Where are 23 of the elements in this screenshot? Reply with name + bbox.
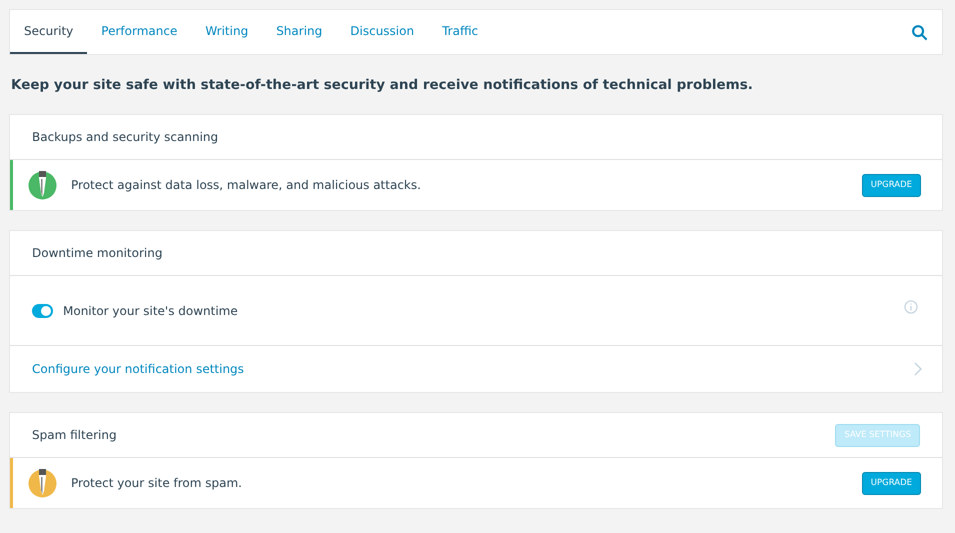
info-icon[interactable] (904, 300, 918, 314)
nudge-text: Protect your site from spam. (71, 476, 243, 490)
search-button[interactable] (911, 24, 928, 40)
chevron-right-icon (914, 362, 922, 376)
search-icon (911, 24, 928, 40)
nav-tab[interactable]: Sharing (262, 10, 336, 54)
nav-tab[interactable]: Performance (87, 10, 192, 54)
pencil-icon (28, 468, 57, 498)
nav-tab[interactable]: Writing (191, 10, 262, 54)
card-title: Backups and security scanning (32, 130, 220, 144)
toggle-switch[interactable] (32, 304, 53, 318)
nav-tab[interactable]: Traffic (428, 10, 492, 54)
toggle-label: Monitor your site's downtime (63, 304, 239, 318)
card-title: Downtime monitoring (32, 246, 164, 260)
pencil-icon (28, 170, 57, 200)
card-title: Spam filtering (32, 428, 118, 442)
upgrade-button[interactable]: UPGRADE (862, 472, 921, 494)
upgrade-button[interactable]: UPGRADE (862, 174, 921, 196)
intro-text: Keep your site safe with state-of-the-art security and receive notifications of technical problems. (11, 77, 754, 93)
nudge-text: Protect against data loss, malware, and malicious attacks. (71, 178, 422, 192)
notification-settings-link[interactable]: Configure your notification settings (10, 346, 942, 392)
nav-tab[interactable]: Discussion (336, 10, 428, 54)
nav-tab[interactable]: Security (10, 10, 88, 54)
